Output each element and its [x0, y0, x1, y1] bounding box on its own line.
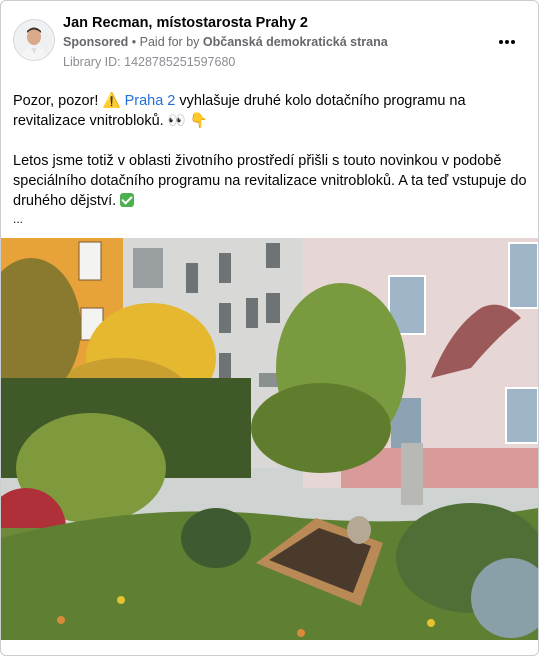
praha-2-link[interactable]: Praha 2	[125, 93, 176, 109]
more-options-button[interactable]	[491, 29, 521, 55]
post-paragraph-2: Letos jsme totiž v oblasti životního pro…	[13, 151, 528, 211]
more-dot	[505, 40, 509, 44]
check-mark-icon	[120, 193, 135, 207]
meta-separator: •	[131, 35, 140, 49]
sponsored-post-card: Jan Recman, místostarosta Prahy 2 Sponso…	[0, 0, 539, 656]
person-avatar-icon	[14, 20, 54, 60]
post-header: Jan Recman, místostarosta Prahy 2 Sponso…	[1, 1, 538, 81]
post-text: Pozor, pozor! ⚠️ Praha 2 vyhlašuje druhé…	[13, 91, 528, 229]
post-paragraph-1: Pozor, pozor! ⚠️ Praha 2 vyhlašuje druhé…	[13, 91, 528, 131]
author-avatar[interactable]	[13, 19, 55, 61]
more-horizontal-icon	[499, 40, 503, 44]
sponsored-label[interactable]: Sponsored	[63, 35, 128, 49]
paid-for-prefix: Paid for by	[139, 35, 200, 49]
post-text-intro: Pozor, pozor!	[13, 93, 103, 109]
library-id: Library ID: 1428785251597680	[63, 55, 236, 69]
see-more-ellipsis[interactable]: ...	[13, 209, 528, 229]
eyes-pointing-emoji: 👀 👇	[167, 113, 208, 129]
warning-emoji: ⚠️	[102, 93, 121, 109]
courtyard-photo	[1, 238, 538, 640]
post-text-body: Letos jsme totiž v oblasti životního pro…	[13, 153, 527, 209]
more-dot	[511, 40, 515, 44]
post-image[interactable]	[1, 238, 538, 640]
author-name[interactable]: Jan Recman, místostarosta Prahy 2	[63, 15, 308, 31]
paid-by-name[interactable]: Občanská demokratická strana	[203, 35, 388, 49]
sponsored-meta: Sponsored • Paid for by Občanská demokra…	[63, 35, 388, 49]
